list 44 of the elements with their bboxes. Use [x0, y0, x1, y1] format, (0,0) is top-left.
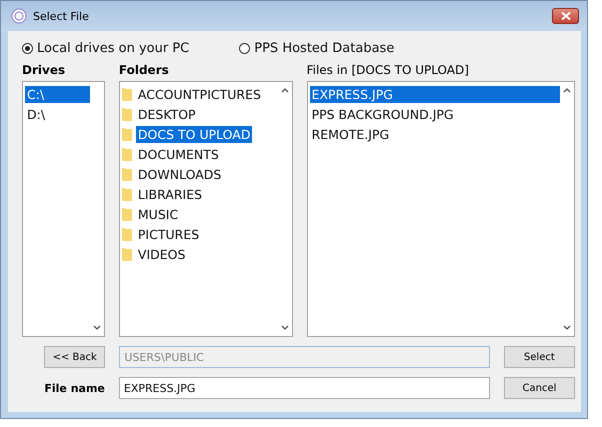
- file-name-label: File name: [43, 382, 105, 394]
- folder-item[interactable]: DESKTOP: [136, 106, 198, 122]
- folder-icon: [122, 127, 132, 141]
- app-icon: [11, 8, 27, 24]
- folder-item[interactable]: PICTURES: [136, 226, 202, 242]
- close-icon: [560, 12, 570, 20]
- scroll-up-icon[interactable]: [280, 88, 289, 93]
- folder-icon: [122, 87, 132, 101]
- folder-item[interactable]: DOCS TO UPLOAD: [136, 126, 252, 142]
- folder-item[interactable]: ACCOUNTPICTURES: [136, 86, 263, 102]
- cancel-button[interactable]: Cancel: [504, 377, 576, 399]
- file-item[interactable]: EXPRESS.JPG: [310, 86, 560, 102]
- drive-item[interactable]: D:\: [25, 106, 90, 122]
- folder-item[interactable]: DOCUMENTS: [136, 146, 221, 162]
- folder-icon: [122, 147, 132, 161]
- column-heading: Drives: [22, 63, 66, 79]
- file-item[interactable]: REMOTE.JPG: [310, 126, 560, 142]
- folder-icon: [122, 187, 132, 201]
- folder-item[interactable]: MUSIC: [136, 206, 180, 222]
- drive-item[interactable]: C:\: [25, 86, 90, 102]
- radio-label[interactable]: PPS Hosted Database: [254, 40, 394, 56]
- back-button[interactable]: << Back: [44, 346, 106, 368]
- folder-item[interactable]: LIBRARIES: [136, 186, 204, 202]
- radio-label[interactable]: Local drives on your PC: [37, 40, 190, 56]
- scroll-up-icon[interactable]: [563, 88, 571, 93]
- column-heading: Files in [DOCS TO UPLOAD]: [306, 63, 470, 79]
- scroll-down-icon[interactable]: [563, 325, 571, 330]
- folder-icon: [122, 207, 132, 221]
- radio-button[interactable]: [22, 42, 33, 54]
- file-name-field[interactable]: EXPRESS.JPG: [118, 377, 490, 399]
- column-heading: Folders: [118, 63, 170, 79]
- window-title: Select File: [33, 10, 89, 22]
- file-item[interactable]: PPS BACKGROUND.JPG: [310, 106, 560, 122]
- folder-item[interactable]: DOWNLOADS: [136, 166, 224, 182]
- scroll-down-icon[interactable]: [92, 325, 101, 330]
- folder-item[interactable]: VIDEOS: [136, 246, 188, 262]
- radio-button[interactable]: [239, 42, 250, 54]
- scroll-down-icon[interactable]: [280, 325, 289, 330]
- folder-icon: [122, 107, 132, 121]
- folder-icon: [122, 247, 132, 261]
- folder-icon: [122, 167, 132, 181]
- close-button[interactable]: [552, 8, 579, 24]
- select-button[interactable]: Select: [504, 346, 575, 368]
- folder-icon: [122, 227, 132, 241]
